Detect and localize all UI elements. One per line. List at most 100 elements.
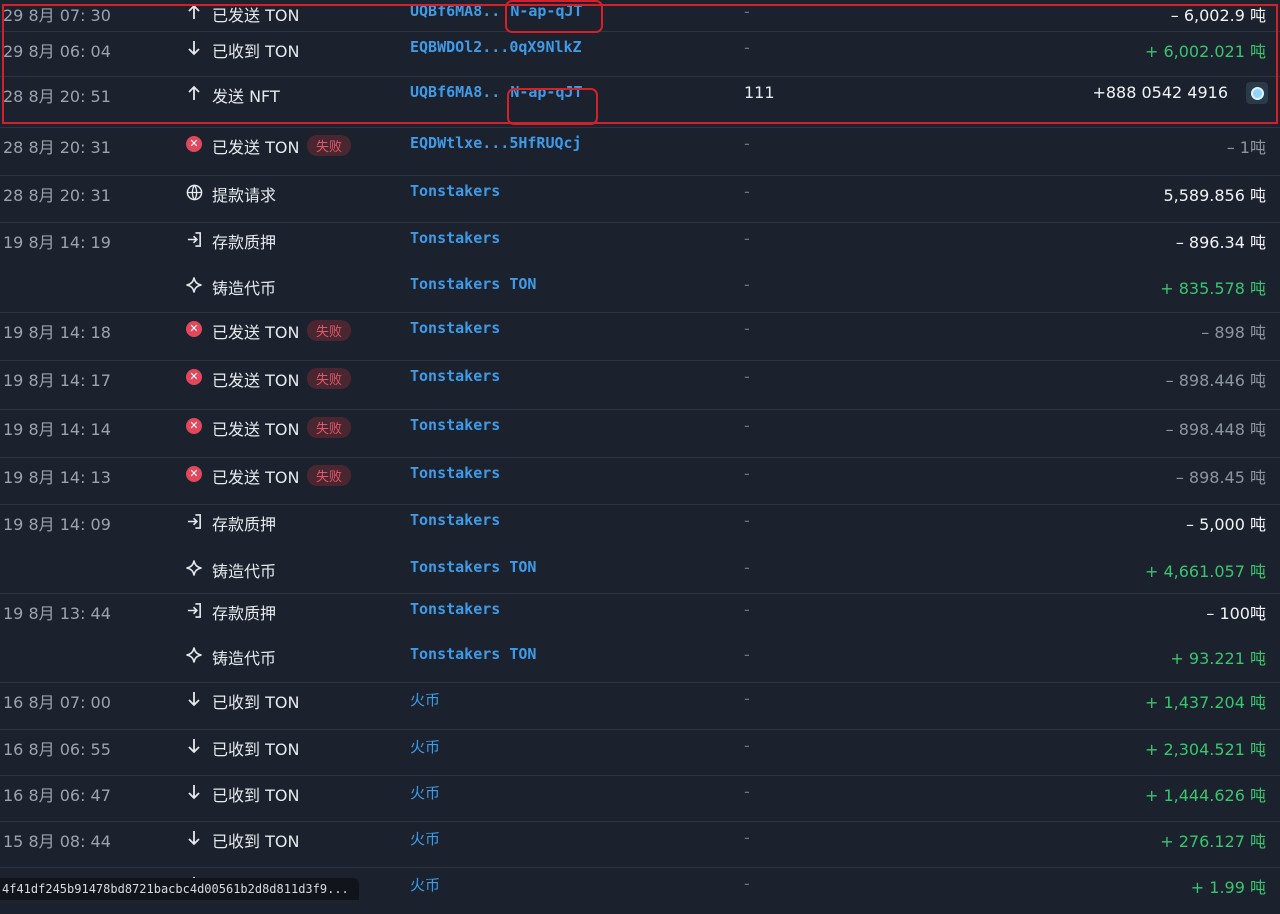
arrow-down-icon	[185, 690, 203, 708]
row-type-label: 已收到 TON	[212, 740, 300, 759]
failed-x-icon: ✕	[185, 465, 203, 483]
row-amount: + 93.221 吨	[1170, 649, 1266, 668]
row-comment: -	[744, 600, 750, 619]
row-type-label: 已发送 TON	[212, 468, 300, 487]
row-time: 19 8月 14: 14	[3, 420, 111, 439]
row-comment: -	[744, 736, 750, 755]
row-address-link[interactable]: Tonstakers	[410, 367, 500, 385]
row-type-label: 发送 NFT	[212, 87, 280, 106]
row-amount: + 1.99 吨	[1190, 878, 1266, 897]
arrow-up-icon	[185, 84, 203, 102]
row-address-link[interactable]: UQBf6MA8.. N-ap-qJT	[410, 2, 583, 20]
row-address-link[interactable]: Tonstakers	[410, 319, 500, 337]
table-row[interactable]: 19 8月 14: 13 ✕ 已发送 TON 失败 Tonstakers - – 898.4…	[0, 457, 1280, 504]
table-row[interactable]: 28 8月 20: 51 发送 NFT UQBf6MA8.. N-ap-qJT 111 +…	[0, 76, 1280, 123]
table-row[interactable]: 19 8月 14: 14 ✕ 已发送 TON 失败 Tonstakers - – 898.4…	[0, 409, 1280, 456]
table-row[interactable]: 19 8月 14: 17 ✕ 已发送 TON 失败 Tonstakers - – 898.4…	[0, 360, 1280, 407]
row-type-label: 已发送 TON	[212, 323, 300, 342]
table-row[interactable]: 16 8月 06: 47 已收到 TON 火币 - + 1,444.626 吨	[0, 775, 1280, 822]
row-amount: +888 0542 4916	[1092, 83, 1228, 102]
row-comment: -	[744, 38, 750, 57]
row-amount: – 5,000 吨	[1186, 515, 1266, 534]
table-row[interactable]: 铸造代币 Tonstakers TON - + 93.221 吨	[0, 639, 1280, 685]
row-address-link[interactable]: UQBf6MA8.. N-ap-qJT	[410, 83, 583, 101]
row-comment: -	[744, 464, 750, 483]
row-time: 19 8月 13: 44	[3, 604, 111, 623]
row-address-link[interactable]: 火币	[410, 736, 440, 757]
row-address-link[interactable]: Tonstakers TON	[410, 645, 536, 663]
row-address-link[interactable]: Tonstakers	[410, 229, 500, 247]
row-address-link[interactable]: Tonstakers	[410, 511, 500, 529]
table-row[interactable]: 19 8月 14: 18 ✕ 已发送 TON 失败 Tonstakers - – 898 吨	[0, 312, 1280, 359]
login-arrow-icon	[185, 230, 203, 248]
row-address-link[interactable]: 火币	[410, 828, 440, 849]
row-address-link[interactable]: Tonstakers	[410, 182, 500, 200]
row-time: 16 8月 06: 47	[3, 786, 111, 805]
table-row[interactable]: 铸造代币 Tonstakers TON - + 4,661.057 吨	[0, 552, 1280, 598]
row-time: 28 8月 20: 31	[3, 138, 111, 157]
row-type-label: 已收到 TON	[212, 693, 300, 712]
row-address-link[interactable]: EQDWtlxe...5HfRUQcj	[410, 134, 582, 152]
row-time: 16 8月 07: 00	[3, 693, 111, 712]
row-time: 29 8月 07: 30	[3, 6, 111, 25]
row-comment: 111	[744, 83, 775, 102]
row-type-label: 已收到 TON	[212, 832, 300, 851]
nft-thumbnail-icon[interactable]	[1246, 82, 1268, 104]
row-address-link[interactable]: 火币	[410, 689, 440, 710]
row-amount: – 896.34 吨	[1175, 233, 1266, 252]
status-badge: 失败	[307, 465, 352, 486]
table-row[interactable]: 29 8月 06: 04 已收到 TON EQBWDOl2...0qX9NlkZ - +…	[0, 31, 1280, 78]
row-address-link[interactable]: Tonstakers	[410, 464, 500, 482]
row-comment: -	[744, 416, 750, 435]
row-amount: – 898.446 吨	[1165, 371, 1266, 390]
table-row[interactable]: 16 8月 06: 55 已收到 TON 火币 - + 2,304.521 吨	[0, 729, 1280, 776]
row-address-link[interactable]: Tonstakers TON	[410, 275, 536, 293]
row-address-link[interactable]: Tonstakers TON	[410, 558, 536, 576]
table-row[interactable]: 19 8月 13: 44 存款质押 Tonstakers - – 100吨	[0, 593, 1280, 640]
row-type-label: 存款质押	[212, 604, 277, 623]
row-amount: + 1,437.204 吨	[1144, 693, 1266, 712]
row-amount: 5,589.856 吨	[1163, 186, 1266, 205]
row-type-label: 已发送 TON	[212, 138, 300, 157]
row-amount: – 100吨	[1206, 604, 1266, 623]
table-row[interactable]: 19 8月 14: 09 存款质押 Tonstakers - – 5,000 吨	[0, 504, 1280, 551]
table-row[interactable]: 28 8月 20: 31 提款请求 Tonstakers - 5,589.856 吨	[0, 175, 1280, 222]
row-address-link[interactable]: Tonstakers	[410, 416, 500, 434]
row-comment: -	[744, 319, 750, 338]
row-time: 29 8月 06: 04	[3, 42, 111, 61]
row-type-label: 提款请求	[212, 186, 277, 205]
row-amount: + 6,002.021 吨	[1144, 42, 1266, 61]
row-time: 19 8月 14: 17	[3, 371, 111, 390]
row-address-link[interactable]: 火币	[410, 874, 440, 895]
row-type-label: 铸造代币	[212, 649, 277, 668]
row-time: 19 8月 14: 13	[3, 468, 111, 487]
table-row[interactable]: 16 8月 07: 00 已收到 TON 火币 - + 1,437.204 吨	[0, 682, 1280, 729]
row-comment: -	[744, 874, 750, 893]
row-amount: + 276.127 吨	[1160, 832, 1266, 851]
row-time: 15 8月 08: 44	[3, 832, 111, 851]
row-address-link[interactable]: 火币	[410, 782, 440, 803]
arrow-down-icon	[185, 39, 203, 57]
row-address-link[interactable]: EQBWDOl2...0qX9NlkZ	[410, 38, 582, 56]
row-time: 19 8月 14: 19	[3, 233, 111, 252]
table-row[interactable]: 15 8月 08: 44 已收到 TON 火币 - + 276.127 吨	[0, 821, 1280, 868]
table-row[interactable]: 19 8月 14: 19 存款质押 Tonstakers - – 896.34 吨	[0, 222, 1280, 269]
row-time: 28 8月 20: 31	[3, 186, 111, 205]
table-row[interactable]: 28 8月 20: 31 ✕ 已发送 TON 失败 EQDWtlxe...5HfRUQc…	[0, 127, 1280, 174]
login-arrow-icon	[185, 512, 203, 530]
table-row[interactable]: 铸造代币 Tonstakers TON - + 835.578 吨	[0, 269, 1280, 315]
row-comment: -	[744, 689, 750, 708]
sparkle-icon	[185, 646, 203, 664]
row-comment: -	[744, 511, 750, 530]
globe-icon	[185, 183, 203, 201]
status-badge: 失败	[307, 320, 352, 341]
row-amount: + 2,304.521 吨	[1144, 740, 1266, 759]
row-type-label: 已发送 TON	[212, 6, 300, 25]
login-arrow-icon	[185, 601, 203, 619]
status-badge: 失败	[307, 417, 352, 438]
row-amount: + 4,661.057 吨	[1144, 562, 1266, 581]
row-address-link[interactable]: Tonstakers	[410, 600, 500, 618]
row-amount: – 6,002.9 吨	[1170, 6, 1266, 25]
row-comment: -	[744, 558, 750, 577]
row-type-label: 铸造代币	[212, 562, 277, 581]
